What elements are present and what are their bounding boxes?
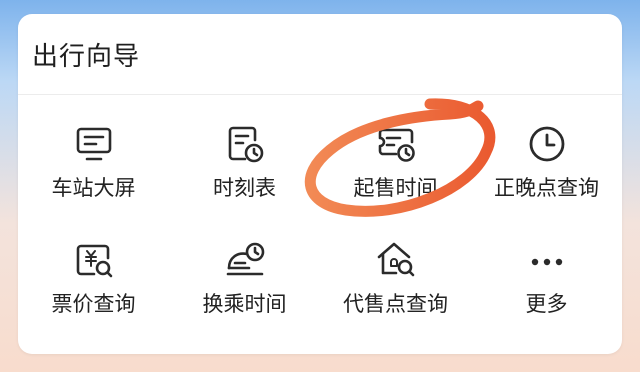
item-label: 更多: [525, 292, 568, 316]
monitor-icon: [76, 127, 111, 161]
item-label: 正晚点查询: [494, 176, 599, 200]
travel-guide-card: 出行向导 车站大屏 时刻表 起售时间 正晚点查询 票价查询 换乘时间 代售点查询…: [18, 14, 622, 354]
more-icon: [531, 258, 562, 266]
item-label: 车站大屏: [51, 176, 136, 200]
agency-query-button[interactable]: 代售点查询: [320, 240, 471, 340]
delay-query-button[interactable]: 正晚点查询: [471, 124, 622, 224]
agency-search-icon: [377, 242, 414, 277]
more-button[interactable]: 更多: [471, 240, 622, 340]
ticket-clock-icon: [378, 128, 415, 162]
divider: [18, 94, 622, 95]
item-label: 起售时间: [353, 176, 438, 200]
item-label: 时刻表: [213, 176, 276, 200]
feature-grid: 车站大屏 时刻表 起售时间 正晚点查询 票价查询 换乘时间 代售点查询 更多: [18, 124, 622, 340]
sale-time-button[interactable]: 起售时间: [320, 124, 471, 224]
fare-query-button[interactable]: 票价查询: [18, 240, 169, 340]
item-label: 票价查询: [51, 292, 136, 316]
item-label: 换乘时间: [202, 292, 287, 316]
item-label: 代售点查询: [343, 292, 448, 316]
transfer-time-button[interactable]: 换乘时间: [169, 240, 320, 340]
timetable-button[interactable]: 时刻表: [169, 124, 320, 224]
price-search-icon: [76, 244, 112, 278]
station-screen-button[interactable]: 车站大屏: [18, 124, 169, 224]
timetable-icon: [228, 126, 263, 163]
clock-icon: [529, 126, 564, 162]
card-title: 出行向导: [32, 42, 141, 72]
train-clock-icon: [226, 242, 264, 276]
